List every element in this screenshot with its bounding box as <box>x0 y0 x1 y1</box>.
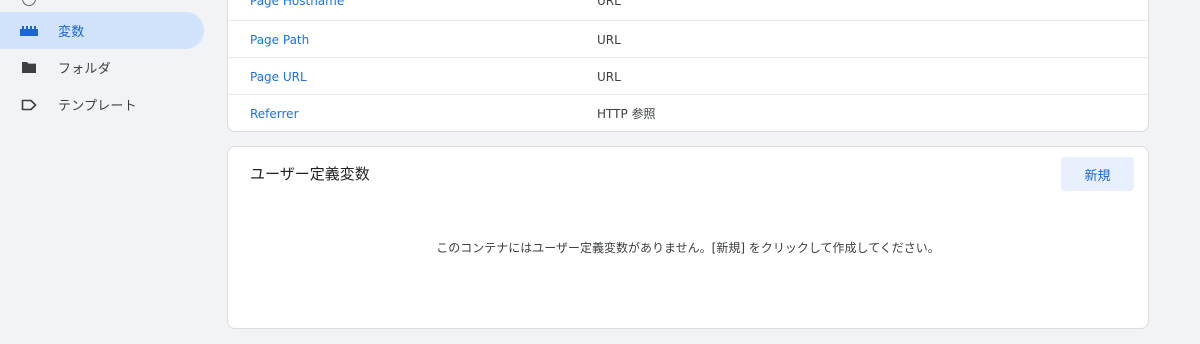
table-row[interactable]: Page Hostname URL <box>228 0 1148 20</box>
variable-type: URL <box>597 0 621 8</box>
card-title: ユーザー定義変数 <box>250 165 370 183</box>
builtin-variables-card: Page Hostname URL Page Path URL Page URL… <box>227 0 1149 132</box>
table-row[interactable]: Page URL URL <box>228 57 1148 95</box>
sidebar-item-folders[interactable]: フォルダ <box>0 49 204 86</box>
variable-name-link[interactable]: Referrer <box>250 107 299 121</box>
sidebar-item-label: テンプレート <box>58 99 137 114</box>
table-row[interactable]: Page Path URL <box>228 20 1148 58</box>
variables-icon <box>18 23 40 39</box>
variable-type: URL <box>597 69 621 84</box>
sidebar-item-variables[interactable]: 変数 <box>0 12 204 49</box>
folder-icon <box>18 60 40 76</box>
empty-state-message: このコンテナにはユーザー定義変数がありません。[新規] をクリックして作成してく… <box>436 241 940 255</box>
history-icon[interactable] <box>22 0 36 6</box>
variable-type: HTTP 参照 <box>597 107 656 121</box>
label-outline-icon <box>18 97 40 113</box>
table-row[interactable]: Referrer HTTP 参照 <box>228 94 1148 132</box>
user-variables-card: ユーザー定義変数 新規 このコンテナにはユーザー定義変数がありません。[新規] … <box>227 146 1149 329</box>
variable-name-link[interactable]: Page URL <box>250 70 307 84</box>
sidebar-item-templates[interactable]: テンプレート <box>0 86 204 123</box>
variable-name-link[interactable]: Page Hostname <box>250 0 344 8</box>
sidebar-item-label: フォルダ <box>58 62 111 77</box>
sidebar-item-label: 変数 <box>58 25 85 40</box>
sidebar: 変数 フォルダ テンプレート <box>0 0 215 344</box>
new-button[interactable]: 新規 <box>1061 157 1134 191</box>
variable-type: URL <box>597 32 621 47</box>
variable-name-link[interactable]: Page Path <box>250 33 309 47</box>
